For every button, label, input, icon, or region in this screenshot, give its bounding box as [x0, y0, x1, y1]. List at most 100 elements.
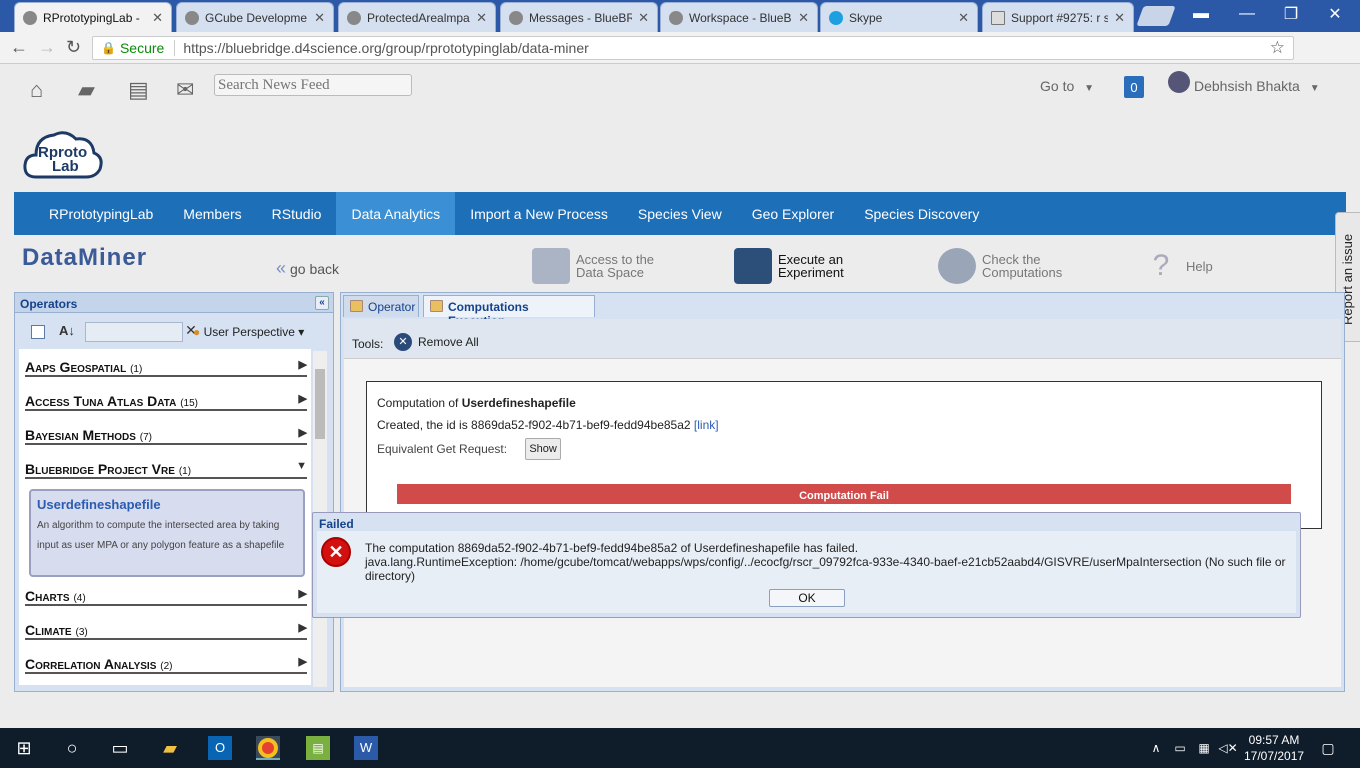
expand-arrow-icon: ▶ — [298, 588, 307, 600]
close-tab-icon[interactable]: ✕ — [314, 10, 325, 26]
close-tab-icon[interactable]: ✕ — [476, 10, 487, 26]
restore-button[interactable]: ❐ — [1268, 0, 1314, 28]
execute-experiment-button[interactable]: Execute an Experiment — [734, 248, 844, 284]
books-icon[interactable]: ▤ — [128, 77, 149, 103]
go-back-button[interactable]: «go back — [276, 258, 339, 279]
windows-start-icon[interactable]: ⊞ — [12, 736, 36, 760]
close-tab-icon[interactable]: ✕ — [958, 10, 969, 26]
chevron-down-icon: ▼ — [1084, 83, 1095, 94]
category-access-tuna-atlas[interactable]: Access Tuna Atlas Data (15) ▶ — [25, 387, 307, 411]
tab-computations-execution[interactable]: Computations Execution — [423, 295, 595, 328]
expand-arrow-icon: ▶ — [298, 359, 307, 371]
algorithm-card[interactable]: Userdefineshapefile An algorithm to comp… — [29, 489, 305, 577]
nav-item-geo-explorer[interactable]: Geo Explorer — [737, 192, 849, 235]
category-aaps-geospatial[interactable]: Aaps Geospatial (1) ▶ — [25, 353, 307, 377]
network-icon[interactable]: ▦ — [1192, 736, 1216, 760]
bookmark-star-icon[interactable]: ☆ — [1270, 38, 1285, 58]
notifications-icon[interactable]: ▢ — [1316, 736, 1340, 760]
app-icon[interactable]: ▤ — [306, 736, 330, 760]
chevron-down-icon: ▼ — [1309, 83, 1320, 94]
rprotolab-logo[interactable]: Rproto Lab — [22, 127, 104, 181]
nav-item-species-discovery[interactable]: Species Discovery — [849, 192, 994, 235]
user-perspective-dropdown[interactable]: ● User Perspective ▾ — [193, 325, 304, 339]
remove-all-button[interactable]: ✕ Remove All — [394, 333, 479, 351]
scrollbar-thumb[interactable] — [315, 369, 325, 439]
outlook-icon[interactable]: O — [208, 736, 232, 760]
category-climate[interactable]: Climate (3) ▶ — [25, 616, 307, 640]
search-icon[interactable]: ○ — [60, 736, 84, 760]
nav-item-import-process[interactable]: Import a New Process — [455, 192, 623, 235]
volume-muted-icon[interactable]: ◁✕ — [1216, 736, 1240, 760]
collapse-arrow-icon: ▼ — [296, 460, 307, 472]
collapse-icon[interactable]: « — [315, 296, 329, 310]
category-charts[interactable]: Charts (4) ▶ — [25, 582, 307, 606]
chevron-up-icon[interactable]: ∧ — [1144, 736, 1168, 760]
main-nav: RPrototypingLab Members RStudio Data Ana… — [14, 192, 1346, 235]
browser-tab[interactable]: Workspace - BlueB ✕ — [660, 2, 818, 32]
close-tab-icon[interactable]: ✕ — [638, 10, 649, 26]
close-tab-icon[interactable]: ✕ — [798, 10, 809, 26]
operators-filter-input[interactable] — [85, 322, 183, 342]
avatar[interactable] — [1168, 71, 1190, 93]
mail-icon[interactable]: ✉ — [176, 77, 194, 103]
category-correlation-analysis[interactable]: Correlation Analysis (2) ▶ — [25, 650, 307, 674]
folder-icon — [430, 300, 443, 312]
expand-all-icon[interactable] — [31, 325, 45, 339]
address-bar: ← → ↻ 🔒 Secure https://bluebridge.d4scie… — [0, 32, 1360, 64]
nav-item-rstudio[interactable]: RStudio — [257, 192, 337, 235]
new-tab-button[interactable] — [1136, 6, 1176, 26]
battery-icon[interactable]: ▭ — [1168, 736, 1192, 760]
favicon-icon — [669, 10, 683, 25]
news-feed-search-input[interactable] — [214, 74, 412, 96]
dataminer-logo: DataMiner — [22, 244, 148, 271]
user-menu[interactable]: Debhsish Bhakta ▼ — [1194, 78, 1320, 94]
home-icon[interactable]: ⌂ — [30, 77, 43, 103]
failed-dialog: Failed ✕ The computation 8869da52-f902-4… — [312, 512, 1301, 618]
ok-button[interactable]: OK — [769, 589, 845, 607]
back-icon[interactable]: ← — [10, 37, 28, 58]
browser-tab[interactable]: GCube Developme ✕ — [176, 2, 334, 32]
goto-menu[interactable]: Go to ▼ — [1040, 78, 1094, 94]
chrome-icon[interactable] — [256, 736, 280, 760]
task-view-icon[interactable]: ▭ — [108, 736, 132, 760]
help-question-icon: ? — [1152, 249, 1170, 282]
logo-text: Lab — [52, 158, 79, 175]
browser-tab[interactable]: Skype ✕ — [820, 2, 978, 32]
word-icon[interactable]: W — [354, 736, 378, 760]
category-bayesian-methods[interactable]: Bayesian Methods (7) ▶ — [25, 421, 307, 445]
close-tab-icon[interactable]: ✕ — [152, 10, 163, 26]
category-bluebridge-project-vre[interactable]: Bluebridge Project Vre (1) ▼ — [25, 455, 307, 479]
computation-link[interactable]: [link] — [694, 418, 719, 432]
operators-list: Aaps Geospatial (1) ▶ Access Tuna Atlas D… — [19, 349, 311, 685]
reload-icon[interactable]: ↻ — [66, 37, 81, 58]
browser-tab[interactable]: Messages - BlueBR ✕ — [500, 2, 658, 32]
browser-tab[interactable]: RPrototypingLab - ✕ — [14, 2, 172, 32]
close-window-button[interactable]: ✕ — [1312, 0, 1358, 28]
browser-tab[interactable]: ProtectedArealmpa ✕ — [338, 2, 496, 32]
file-explorer-icon[interactable]: ▰ — [158, 736, 182, 760]
help-button[interactable]: ? Help — [1142, 248, 1213, 284]
forward-icon[interactable]: → — [38, 37, 56, 58]
nav-item-members[interactable]: Members — [168, 192, 256, 235]
nav-item-species-view[interactable]: Species View — [623, 192, 737, 235]
access-data-space-button[interactable]: Access to the Data Space — [532, 248, 654, 284]
show-button[interactable]: Show — [525, 438, 562, 460]
nav-item-data-analytics[interactable]: Data Analytics — [336, 192, 456, 235]
minimize-button[interactable]: — — [1224, 0, 1270, 28]
browser-tab[interactable]: Support #9275: r s ✕ — [982, 2, 1134, 32]
document-icon — [991, 10, 1005, 25]
sort-az-icon[interactable]: A↓ — [59, 323, 75, 338]
profile-icon[interactable]: ▬ — [1178, 0, 1224, 28]
close-tab-icon[interactable]: ✕ — [1114, 10, 1125, 26]
check-computations-button[interactable]: Check the Computations — [938, 248, 1062, 284]
expand-arrow-icon: ▶ — [298, 427, 307, 439]
skype-icon — [829, 10, 843, 25]
folder-icon[interactable]: ▰ — [78, 77, 95, 103]
notification-badge[interactable]: 0 — [1124, 76, 1144, 98]
computations-body: Tools: ✕ Remove All Computation of Userde… — [344, 319, 1341, 687]
tab-operator[interactable]: Operator — [343, 295, 419, 317]
system-clock[interactable]: 09:57 AM 17/07/2017 — [1244, 732, 1304, 764]
operators-toolbar: A↓ ✕ ● User Perspective ▾ — [15, 313, 333, 345]
url-field[interactable]: 🔒 Secure https://bluebridge.d4science.or… — [92, 36, 1294, 60]
nav-item-rprototypinglab[interactable]: RPrototypingLab — [14, 192, 168, 235]
